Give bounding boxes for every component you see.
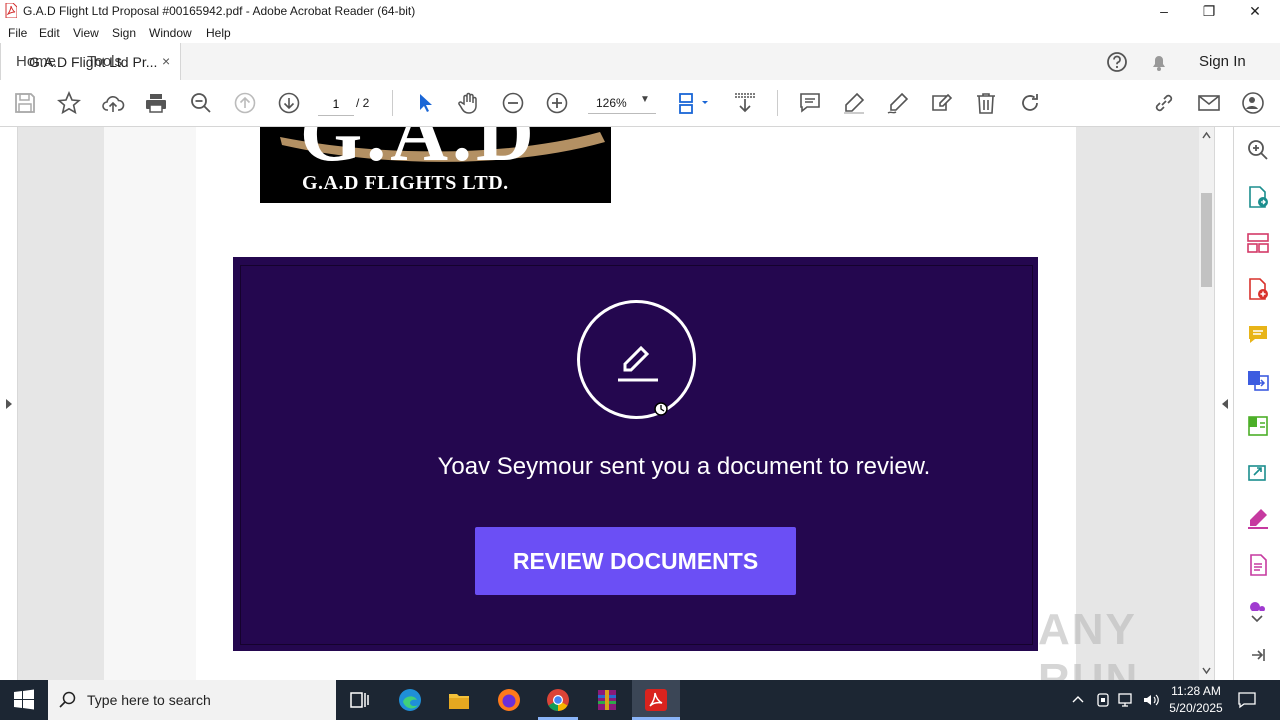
- windows-start-icon[interactable]: [12, 688, 36, 712]
- chrome-icon[interactable]: [546, 688, 570, 712]
- clock-time: 11:28 AM: [1171, 684, 1221, 698]
- collapse-panel-icon[interactable]: [1250, 647, 1266, 663]
- scrollbar-thumb[interactable]: [1201, 193, 1212, 287]
- sign-in-link[interactable]: Sign In: [1199, 53, 1246, 70]
- main-toolbar: / 2 126% ▼: [0, 80, 1280, 127]
- expand-left-pane-icon[interactable]: [5, 398, 13, 410]
- select-arrow-icon[interactable]: [413, 91, 437, 115]
- taskbar-clock[interactable]: 11:28 AM 5/20/2025: [1163, 683, 1229, 717]
- edit-sign-icon[interactable]: [930, 91, 954, 115]
- signature-circle: [577, 300, 696, 419]
- scroll-up-icon[interactable]: [1202, 131, 1211, 139]
- delete-icon[interactable]: [974, 91, 998, 115]
- more-tools-icon[interactable]: [1246, 553, 1270, 577]
- tray-chevron-up-icon[interactable]: [1072, 694, 1084, 704]
- review-documents-button[interactable]: REVIEW DOCUMENTS: [475, 527, 796, 595]
- page-up-icon[interactable]: [233, 91, 257, 115]
- tray-device-icon[interactable]: [1095, 692, 1111, 708]
- save-icon[interactable]: [13, 91, 37, 115]
- zoom-plus-icon[interactable]: [545, 91, 569, 115]
- menu-help[interactable]: Help: [206, 26, 231, 40]
- menu-bar: File Edit View Sign Window Help: [0, 22, 1280, 43]
- window-title: G.A.D Flight Ltd Proposal #00165942.pdf …: [23, 4, 416, 18]
- review-message: Yoav Seymour sent you a document to revi…: [437, 453, 931, 480]
- network-icon[interactable]: [1118, 692, 1136, 708]
- page-number-input[interactable]: [318, 93, 354, 116]
- file-explorer-icon[interactable]: [447, 688, 471, 712]
- page-down-icon[interactable]: [277, 91, 301, 115]
- winrar-icon[interactable]: [595, 688, 619, 712]
- right-tools-pane: [1233, 127, 1280, 680]
- menu-window[interactable]: Window: [149, 26, 192, 40]
- minimize-button[interactable]: –: [1141, 0, 1187, 22]
- clock-date: 5/20/2025: [1169, 701, 1223, 715]
- windows-taskbar: Type here to search 11:28 AM 5/20/2025: [0, 680, 1280, 720]
- scroll-mode-icon[interactable]: [733, 91, 757, 115]
- email-icon[interactable]: [1197, 91, 1221, 115]
- chevron-down-icon[interactable]: [1250, 614, 1264, 624]
- draw-icon[interactable]: [886, 91, 910, 115]
- search-zoom-icon[interactable]: [1246, 138, 1270, 162]
- scan-icon[interactable]: [1246, 460, 1270, 484]
- watermark-text: ANY RUN: [1038, 605, 1140, 680]
- toolbar-divider: [777, 90, 778, 116]
- edge-browser-icon[interactable]: [398, 688, 422, 712]
- stamp-icon[interactable]: [1246, 597, 1270, 611]
- title-bar: G.A.D Flight Ltd Proposal #00165942.pdf …: [0, 0, 1280, 22]
- rotate-icon[interactable]: [1018, 91, 1042, 115]
- tab-document-label: G.A.D Flight Ltd Pr...: [29, 54, 158, 70]
- help-icon[interactable]: [1106, 51, 1128, 73]
- collapse-right-pane-icon[interactable]: [1221, 398, 1229, 410]
- share-link-icon[interactable]: [1152, 91, 1176, 115]
- taskbar-search-box[interactable]: Type here to search: [48, 680, 336, 720]
- logo-company-name: G.A.D FLIGHTS LTD.: [302, 172, 509, 194]
- right-pane-collapse-strip[interactable]: [1214, 127, 1233, 680]
- volume-icon[interactable]: [1142, 692, 1160, 708]
- fit-page-icon[interactable]: [677, 91, 713, 115]
- comment-tool-icon[interactable]: [1246, 323, 1270, 347]
- menu-view[interactable]: View: [73, 26, 99, 40]
- bookmark-star-icon[interactable]: [57, 90, 81, 115]
- busy-cursor-icon: [654, 402, 668, 416]
- close-tab-icon[interactable]: ×: [162, 53, 170, 69]
- organize-pages-icon[interactable]: [1246, 231, 1270, 255]
- firefox-icon[interactable]: [497, 688, 521, 712]
- chevron-down-icon: ▼: [640, 94, 650, 105]
- company-logo: G.A.D G.A.D FLIGHTS LTD.: [260, 127, 611, 203]
- zoom-value: 126%: [596, 96, 627, 110]
- close-window-button[interactable]: ✕: [1232, 0, 1278, 22]
- export-pdf-icon[interactable]: [1246, 185, 1270, 209]
- menu-file[interactable]: File: [8, 26, 27, 40]
- pen-sign-icon: [618, 345, 658, 382]
- toolbar-divider: [392, 90, 393, 116]
- menu-sign[interactable]: Sign: [112, 26, 136, 40]
- combine-files-icon[interactable]: [1246, 368, 1270, 392]
- search-placeholder: Type here to search: [87, 692, 211, 708]
- zoom-select[interactable]: 126% ▼: [588, 93, 656, 114]
- add-user-icon[interactable]: [1241, 91, 1265, 115]
- notification-center-icon[interactable]: [1238, 691, 1256, 709]
- search-icon: [59, 691, 76, 708]
- document-viewport: G.A.D G.A.D FLIGHTS LTD. Yoav Seymour se…: [0, 127, 1233, 680]
- upload-cloud-icon[interactable]: [101, 91, 125, 115]
- create-pdf-icon[interactable]: [1246, 277, 1270, 301]
- comment-icon[interactable]: [798, 91, 822, 115]
- menu-edit[interactable]: Edit: [39, 26, 60, 40]
- left-nav-pane[interactable]: [0, 127, 18, 680]
- acrobat-app-icon: [5, 3, 17, 18]
- task-view-icon[interactable]: [348, 688, 372, 712]
- acrobat-reader-icon[interactable]: [644, 688, 668, 712]
- notifications-bell-icon[interactable]: [1148, 51, 1170, 73]
- tab-bar: Home Tools G.A.D Flight Ltd Pr... × Sign…: [0, 43, 1280, 81]
- zoom-out-magnifier-icon[interactable]: [189, 91, 213, 115]
- zoom-minus-icon[interactable]: [501, 91, 525, 115]
- restore-button[interactable]: ❐: [1186, 0, 1232, 22]
- print-icon[interactable]: [144, 91, 168, 115]
- page-total: / 2: [356, 96, 370, 110]
- highlight-icon[interactable]: [842, 91, 866, 115]
- hand-icon[interactable]: [457, 91, 481, 115]
- compress-icon[interactable]: [1246, 414, 1270, 438]
- fill-sign-icon[interactable]: [1246, 506, 1270, 530]
